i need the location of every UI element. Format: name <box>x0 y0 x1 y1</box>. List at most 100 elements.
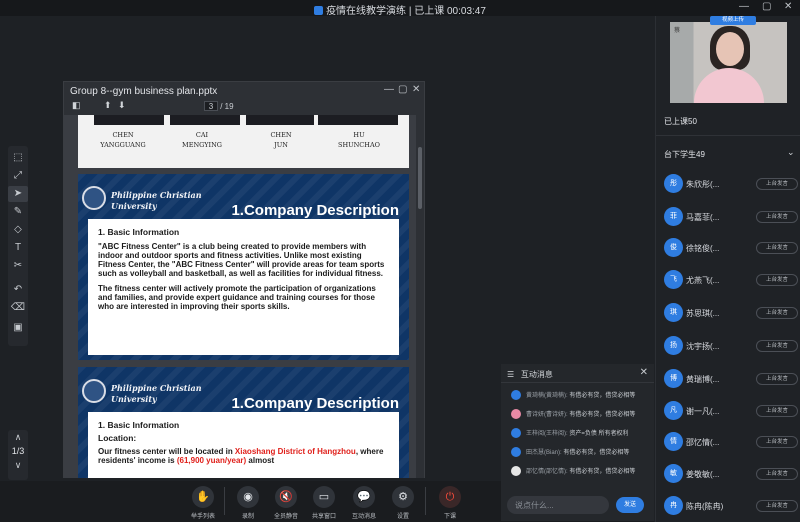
member-photo <box>94 115 164 125</box>
section-title: 1. Basic Information <box>98 227 180 237</box>
text-icon[interactable]: T <box>8 240 28 256</box>
chat-message: 王梓阅(王梓阅): 资产=负债 所有者权利 <box>511 427 651 439</box>
student-name: 苏思琪(... <box>686 309 720 318</box>
chat-input[interactable] <box>507 496 609 514</box>
chat-message: 邵忆情(邵忆情): 有借必有贷，借贷必相等 <box>511 465 651 477</box>
settings-icon: ⚙ <box>392 486 414 508</box>
student-row: 琪苏思琪(... 上台发言 <box>664 303 799 323</box>
end-class-button[interactable]: ⏻ 下课 <box>430 486 470 520</box>
laser-pointer-icon[interactable]: ⤢ <box>8 168 28 184</box>
invite-to-stage-button[interactable]: 上台发言 <box>756 500 798 512</box>
close-window-button[interactable]: ✕ <box>784 1 792 12</box>
page-down-button[interactable]: ∨ <box>8 458 28 472</box>
window-title-text: 疫情在线教学演练 | 已上课 00:03:47 <box>326 6 486 17</box>
slide-content: 1. Basic Information Location: Our fitne… <box>88 412 399 478</box>
button-label: 全员静音 <box>273 514 298 520</box>
audience-students-header[interactable]: 台下学生49 <box>664 149 705 160</box>
drawing-toolbar: ⬚ ⤢ ➤ ✎ ◇ T ✂ ↶ ⌫ ▣ <box>8 146 28 346</box>
title-bar: 疫情在线教学演练 | 已上课 00:03:47 — ▢ ✕ <box>0 0 800 17</box>
close-icon[interactable]: ✕ <box>640 367 648 378</box>
button-label: 举手列表 <box>190 514 215 520</box>
scrollbar-thumb[interactable] <box>418 147 422 209</box>
location-label: Location: <box>98 433 137 443</box>
document-toolbar: ◧ ⬆ ⬇ 3 / 19 <box>64 100 424 114</box>
document-scrollbar[interactable] <box>416 115 424 478</box>
avatar: 扬 <box>664 336 683 355</box>
student-row: 冉陈冉(陈冉) 上台发言 <box>664 496 799 516</box>
invite-to-stage-button[interactable]: 上台发言 <box>756 373 798 385</box>
invite-to-stage-button[interactable]: 上台发言 <box>756 405 798 417</box>
doc-maximize-button[interactable]: ▢ <box>398 84 407 95</box>
cursor-icon[interactable]: ➤ <box>8 186 28 202</box>
slide-company-description: Philippine Christian University 1.Company… <box>78 174 409 360</box>
toolbox-icon[interactable]: ▣ <box>8 320 28 336</box>
shapes-icon[interactable]: ◇ <box>8 222 28 238</box>
page-number-input[interactable]: 3 <box>204 101 218 111</box>
avatar: 凡 <box>664 401 683 420</box>
invite-to-stage-button[interactable]: 上台发言 <box>756 211 798 223</box>
invite-to-stage-button[interactable]: 上台发言 <box>756 178 798 190</box>
slide-heading: 1.Company Description <box>231 395 399 412</box>
student-name: 沈宇扬(... <box>686 342 720 351</box>
raise-hand-list-button[interactable]: ✋ 举手列表 <box>183 486 223 520</box>
undo-icon[interactable]: ↶ <box>8 282 28 298</box>
avatar: 彤 <box>664 174 683 193</box>
minimize-window-button[interactable]: — <box>739 1 749 12</box>
student-row: 彤朱欣彤(... 上台发言 <box>664 174 799 194</box>
sidebar-toggle-icon[interactable]: ◧ <box>72 100 81 111</box>
document-window: Group 8--gym business plan.pptx — ▢ ✕ ◧ … <box>63 81 425 478</box>
page-total: / 19 <box>220 102 234 111</box>
select-icon[interactable]: ⬚ <box>8 150 28 166</box>
interaction-messages-button[interactable]: 💬 互动消息 <box>344 486 384 520</box>
app-logo-icon <box>314 6 324 15</box>
doc-close-button[interactable]: ✕ <box>412 84 420 95</box>
scissors-icon[interactable]: ✂ <box>8 258 28 274</box>
button-label: 下课 <box>443 514 456 520</box>
button-label: 设置 <box>396 514 409 520</box>
avatar: 琪 <box>664 303 683 322</box>
slide-pager: ∧ 1/3 ∨ <box>8 430 28 480</box>
page-up-button[interactable]: ∧ <box>8 430 28 444</box>
prev-page-icon[interactable]: ⬆ <box>104 100 112 111</box>
send-button[interactable]: 发送 <box>616 497 644 513</box>
paragraph: The fitness center will actively promote… <box>98 284 376 311</box>
pen-icon[interactable]: ✎ <box>8 204 28 220</box>
member-photo <box>318 115 398 125</box>
settings-button[interactable]: ⚙ 设置 <box>383 486 423 520</box>
paragraph: "ABC Fitness Center" is a club being cre… <box>98 242 385 278</box>
share-window-button[interactable]: ▭ 共享窗口 <box>304 486 344 520</box>
eraser-icon[interactable]: ⌫ <box>8 300 28 316</box>
member-photo <box>170 115 240 125</box>
invite-to-stage-button[interactable]: 上台发言 <box>756 468 798 480</box>
in-class-count: 已上课50 <box>664 117 697 126</box>
student-row: 俊徐铭俊(... 上台发言 <box>664 238 799 258</box>
restore-window-button[interactable]: ▢ <box>762 1 771 12</box>
member-name: HU SHUNCHAO <box>338 131 380 149</box>
student-name: 尤燕飞(... <box>686 276 720 285</box>
invite-to-stage-button[interactable]: 上台发言 <box>756 436 798 448</box>
student-row: 情邵忆情(... 上台发言 <box>664 432 799 452</box>
page-number-box: 3 / 19 <box>204 101 238 112</box>
next-page-icon[interactable]: ⬇ <box>118 100 126 111</box>
invite-to-stage-button[interactable]: 上台发言 <box>756 274 798 286</box>
button-label: 互动消息 <box>351 514 376 520</box>
video-upload-tag[interactable]: 视频上传 <box>710 16 756 25</box>
chat-message: 黄琦楠(黄琦楠): 有借必有贷，借贷必相等 <box>511 389 651 401</box>
page-indicator: 1/3 <box>11 446 25 456</box>
slides-viewer[interactable]: CHEN YANGGUANG CAI MENGYING CHEN JUN HU SHUN… <box>64 115 416 478</box>
invite-to-stage-button[interactable]: 上台发言 <box>756 307 798 319</box>
window-title: 疫情在线教学演练 | 已上课 00:03:47 <box>0 2 800 17</box>
teacher-video: 蔡 <box>670 22 787 103</box>
invite-to-stage-button[interactable]: 上台发言 <box>756 242 798 254</box>
document-title: Group 8--gym business plan.pptx <box>70 86 218 97</box>
record-button[interactable]: ◉ 录制 <box>228 486 268 520</box>
section-title: 1. Basic Information <box>98 420 180 430</box>
invite-to-stage-button[interactable]: 上台发言 <box>756 340 798 352</box>
paragraph: Our fitness center will be located in Xi… <box>98 447 384 465</box>
student-name: 黄瑞博(... <box>686 375 720 384</box>
avatar: 敏 <box>664 464 683 483</box>
avatar: 情 <box>664 432 683 451</box>
doc-minimize-button[interactable]: — <box>384 84 394 95</box>
chevron-down-icon[interactable]: ⌄ <box>787 147 795 158</box>
mute-all-button[interactable]: 🔇 全员静音 <box>266 486 306 520</box>
